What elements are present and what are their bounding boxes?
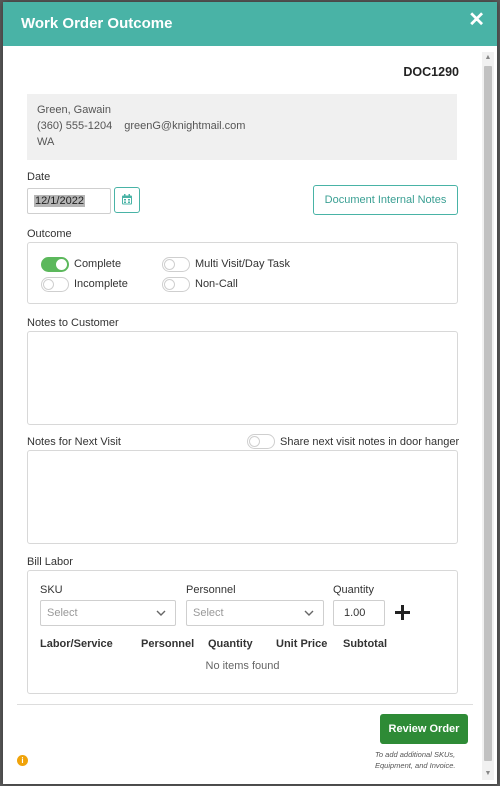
outcome-label: Outcome bbox=[27, 228, 72, 240]
col-unit-price: Unit Price bbox=[276, 638, 328, 650]
scrollbar[interactable]: ▲ ▼ bbox=[482, 52, 494, 780]
close-icon[interactable]: ✕ bbox=[468, 10, 485, 30]
scroll-down-icon[interactable]: ▼ bbox=[482, 768, 494, 780]
quantity-input[interactable]: 1.00 bbox=[333, 600, 385, 626]
plus-icon[interactable] bbox=[395, 605, 410, 620]
bill-labor-box: SKU Select Personnel Select Quantity 1.0… bbox=[27, 570, 458, 694]
quantity-label: Quantity bbox=[333, 584, 374, 596]
personnel-label: Personnel bbox=[186, 584, 236, 596]
review-hint: To add additional SKUs, Equipment, and I… bbox=[375, 750, 456, 770]
scrollbar-thumb[interactable] bbox=[484, 66, 492, 761]
date-label: Date bbox=[27, 171, 51, 183]
customer-contact: (360) 555-1204 greenG@knightmail.com bbox=[37, 120, 245, 132]
customer-email: greenG@knightmail.com bbox=[124, 120, 246, 132]
notes-customer-label: Notes to Customer bbox=[27, 317, 119, 329]
scroll-up-icon[interactable]: ▲ bbox=[482, 52, 494, 64]
share-door-hanger-label: Share next visit notes in door hanger bbox=[280, 436, 460, 448]
calendar-icon bbox=[122, 194, 132, 205]
outcome-box: Complete Incomplete Multi Visit/Day Task… bbox=[27, 242, 458, 304]
col-quantity: Quantity bbox=[208, 638, 253, 650]
modal-header: Work Order Outcome ✕ bbox=[3, 2, 497, 46]
notes-customer-textarea[interactable] bbox=[27, 331, 458, 425]
option-incomplete-label: Incomplete bbox=[74, 278, 128, 290]
review-order-button[interactable]: Review Order bbox=[380, 714, 468, 744]
option-multi-visit-label: Multi Visit/Day Task bbox=[195, 258, 290, 270]
info-icon[interactable]: i bbox=[17, 755, 28, 766]
notes-next-visit-label: Notes for Next Visit bbox=[27, 436, 121, 448]
chevron-down-icon bbox=[304, 610, 314, 616]
toggle-non-call[interactable] bbox=[162, 277, 190, 292]
toggle-multi-visit[interactable] bbox=[162, 257, 190, 272]
doc-number: DOC1290 bbox=[403, 65, 459, 79]
col-personnel: Personnel bbox=[141, 638, 195, 650]
quantity-value: 1.00 bbox=[344, 607, 366, 619]
calendar-button[interactable] bbox=[114, 187, 140, 213]
notes-next-visit-textarea[interactable] bbox=[27, 450, 458, 544]
footer-divider bbox=[17, 704, 473, 705]
option-complete-label: Complete bbox=[74, 258, 122, 270]
date-input[interactable]: 12/1/2022 bbox=[27, 188, 111, 214]
customer-info: Green, Gawain (360) 555-1204 greenG@knigh… bbox=[27, 94, 457, 160]
col-labor-service: Labor/Service bbox=[40, 638, 113, 650]
toggle-share-door-hanger[interactable] bbox=[247, 434, 275, 449]
work-order-outcome-modal: Work Order Outcome ✕ ▲ ▼ DOC1290 Green, … bbox=[3, 2, 497, 784]
customer-name: Green, Gawain bbox=[37, 104, 111, 116]
document-internal-notes-button[interactable]: Document Internal Notes bbox=[313, 185, 458, 215]
toggle-incomplete[interactable] bbox=[41, 277, 69, 292]
personnel-select[interactable]: Select bbox=[186, 600, 324, 626]
sku-select[interactable]: Select bbox=[40, 600, 176, 626]
customer-state: WA bbox=[37, 136, 55, 148]
toggle-complete[interactable] bbox=[41, 257, 69, 272]
empty-table-text: No items found bbox=[205, 660, 280, 672]
chevron-down-icon bbox=[156, 610, 166, 616]
sku-label: SKU bbox=[40, 584, 63, 596]
date-value: 12/1/2022 bbox=[34, 195, 85, 207]
customer-phone: (360) 555-1204 bbox=[37, 120, 113, 132]
col-subtotal: Subtotal bbox=[343, 638, 387, 650]
modal-title: Work Order Outcome bbox=[21, 15, 173, 32]
bill-labor-label: Bill Labor bbox=[27, 556, 73, 568]
option-non-call-label: Non-Call bbox=[195, 278, 238, 290]
personnel-placeholder: Select bbox=[193, 607, 224, 619]
sku-placeholder: Select bbox=[47, 607, 78, 619]
